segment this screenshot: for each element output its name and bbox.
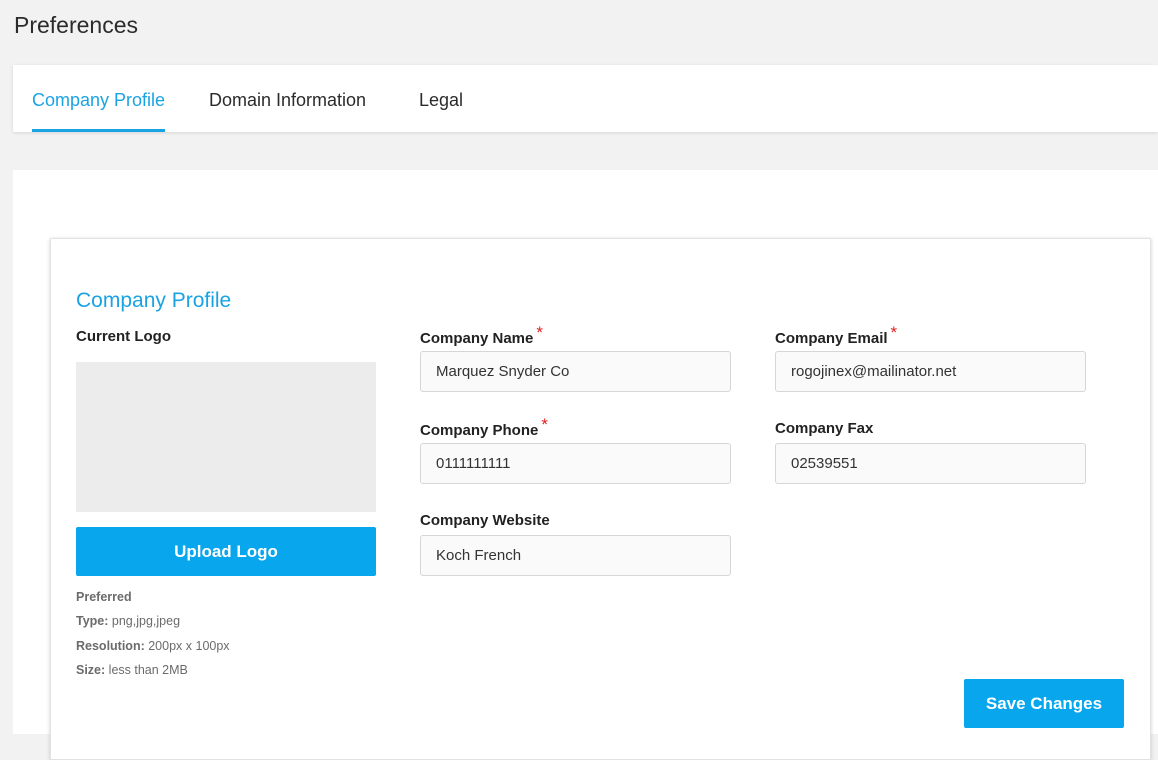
company-website-label: Company Website: [420, 512, 550, 529]
company-website-label-text: Company Website: [420, 512, 550, 529]
preferred-type-label: Type:: [76, 614, 109, 628]
tab-bar: Company Profile Domain Information Legal: [13, 65, 1158, 132]
preferred-heading: Preferred: [76, 590, 132, 604]
preferred-type: Type: png,jpg,jpeg: [76, 614, 180, 628]
preferred-size-label: Size:: [76, 663, 106, 677]
logo-preview: [76, 362, 376, 512]
content-panel: Company Profile Current Logo Upload Logo…: [13, 170, 1158, 760]
company-phone-label: Company Phone *: [420, 415, 548, 440]
section-title: Company Profile: [76, 289, 232, 312]
company-fax-label-text: Company Fax: [775, 420, 874, 437]
tab-legal[interactable]: Legal: [419, 65, 463, 132]
preferred-resolution-label: Resolution:: [76, 639, 145, 653]
upload-logo-button[interactable]: Upload Logo: [76, 527, 376, 576]
company-website-input[interactable]: [420, 535, 731, 576]
required-marker: *: [890, 323, 898, 342]
company-fax-input[interactable]: [775, 443, 1086, 484]
company-name-label: Company Name *: [420, 323, 543, 348]
company-email-label-text: Company Email: [775, 330, 888, 347]
company-name-input[interactable]: [420, 351, 731, 392]
preferred-resolution-value: 200px x 100px: [148, 639, 230, 653]
company-fax-label: Company Fax: [775, 420, 873, 437]
required-marker: *: [541, 415, 548, 434]
preferred-resolution: Resolution: 200px x 100px: [76, 639, 230, 653]
company-email-input[interactable]: [775, 351, 1086, 392]
current-logo-label: Current Logo: [76, 328, 171, 345]
preferred-type-value: png,jpg,jpeg: [111, 614, 181, 628]
company-phone-input[interactable]: [420, 443, 731, 484]
page-title: Preferences: [14, 12, 139, 38]
company-phone-label-text: Company Phone: [420, 422, 539, 439]
company-name-label-text: Company Name: [420, 330, 534, 347]
tab-company-profile[interactable]: Company Profile: [32, 65, 166, 132]
tab-domain-information[interactable]: Domain Information: [209, 65, 366, 132]
required-marker: *: [536, 323, 543, 342]
company-email-label: Company Email *: [775, 323, 897, 348]
preferred-size: Size: less than 2MB: [76, 663, 188, 677]
company-profile-card: Company Profile Current Logo Upload Logo…: [50, 238, 1151, 760]
save-changes-button[interactable]: Save Changes: [964, 679, 1124, 728]
preferred-size-value: less than 2MB: [108, 663, 188, 677]
preferred-heading-text: Preferred: [76, 590, 132, 604]
